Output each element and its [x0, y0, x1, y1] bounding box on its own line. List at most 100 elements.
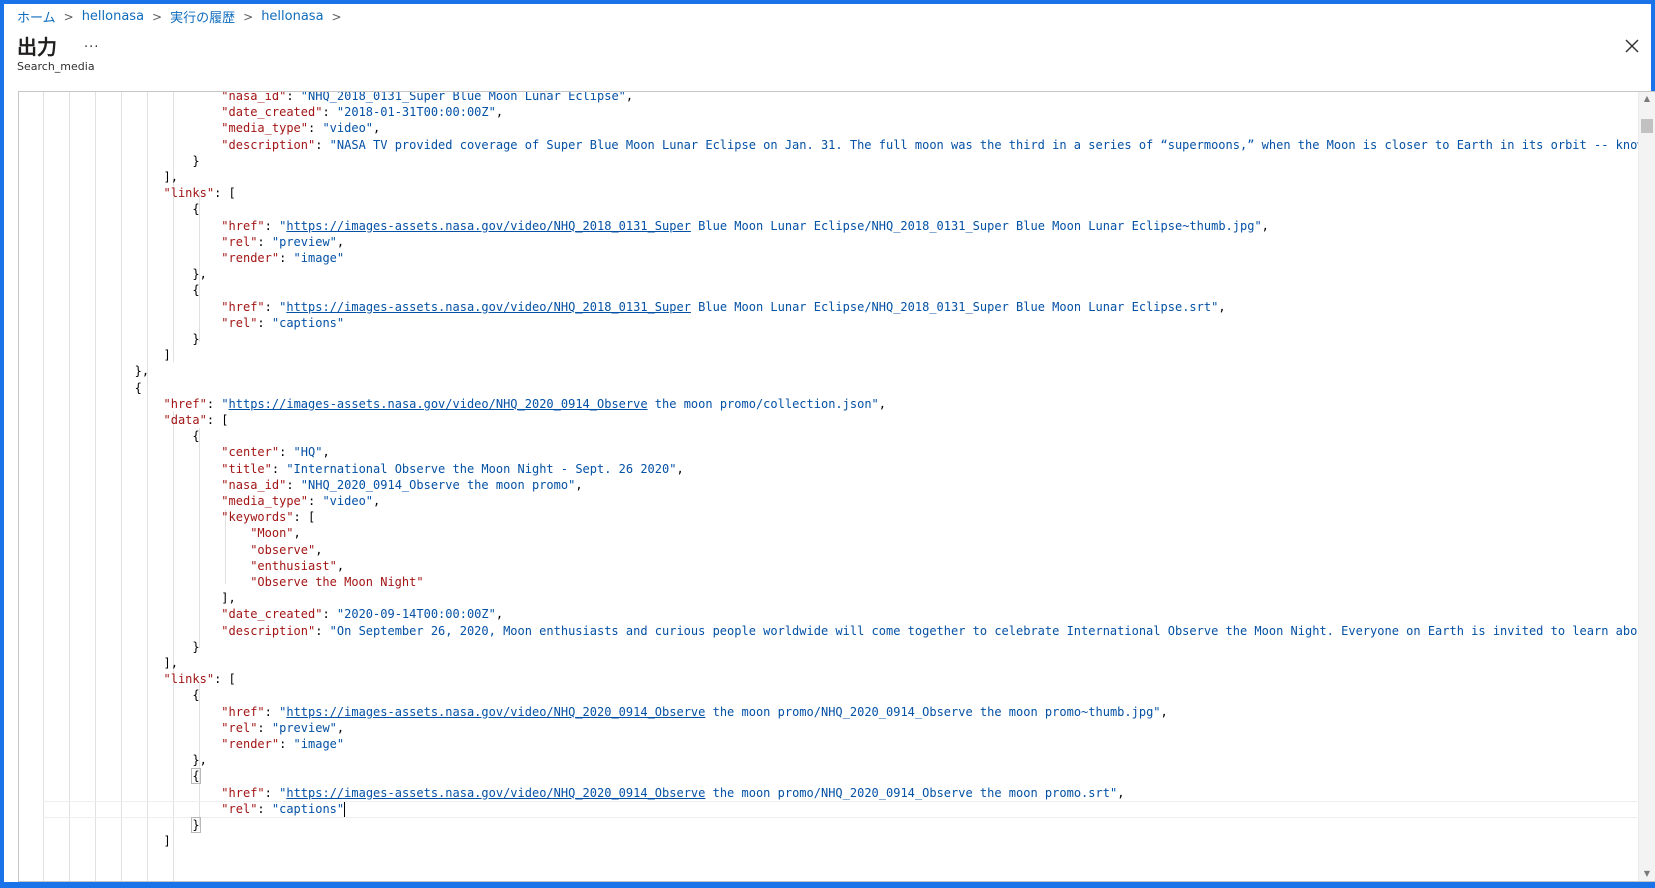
code-token: "HQ": [293, 445, 323, 460]
code-token: "description": [221, 623, 316, 638]
text-caret: [344, 801, 346, 817]
code-token: "NASA TV provided coverage of Super Blue…: [329, 137, 1655, 152]
code-token: {: [19, 202, 200, 217]
code-token: "links": [163, 186, 215, 201]
vertical-scrollbar[interactable]: ▲ ▼: [1638, 92, 1655, 881]
code-line: }: [19, 153, 200, 170]
code-token: "captions": [271, 801, 345, 816]
code-token: },: [19, 364, 150, 379]
code-line: "render": "image": [19, 736, 344, 753]
code-line: "href": "https://images-assets.nasa.gov/…: [19, 396, 887, 413]
code-token: "preview": [271, 720, 337, 735]
code-line: "href": "https://images-assets.nasa.gov/…: [19, 704, 1168, 721]
code-token: ,: [293, 526, 301, 541]
code-line: "links": [: [19, 671, 236, 688]
code-token: "href": [221, 704, 265, 719]
code-line: "observe",: [19, 542, 322, 559]
breadcrumb-hellonasa-run[interactable]: hellonasa: [261, 9, 323, 24]
code-line: }: [19, 639, 200, 656]
scroll-thumb[interactable]: [1641, 119, 1653, 133]
code-line: "description": "On September 26, 2020, M…: [19, 623, 1655, 640]
scroll-down-icon[interactable]: ▼: [1639, 867, 1655, 881]
code-token: : [: [293, 510, 316, 525]
code-token: "href": [163, 396, 207, 411]
code-line: {: [19, 428, 200, 445]
code-token: "2018-01-31T00:00:00Z": [336, 105, 496, 120]
breadcrumb-home[interactable]: ホーム: [17, 7, 56, 26]
code-token: :: [264, 785, 280, 800]
code-line: "links": [: [19, 185, 236, 202]
scroll-up-icon[interactable]: ▲: [1639, 92, 1655, 106]
code-token: :: [308, 494, 323, 508]
code-line: "center": "HQ",: [19, 444, 329, 461]
code-line: ]: [19, 833, 170, 850]
output-code-editor[interactable]: "nasa_id": "NHQ_2018_0131_Super Blue Moo…: [18, 91, 1655, 882]
json-link[interactable]: https://images-assets.nasa.gov/video/NHQ…: [286, 219, 691, 233]
code-token: ,: [676, 461, 684, 476]
code-token: : [: [214, 672, 236, 687]
code-token: }: [19, 639, 200, 654]
code-token: "keywords": [221, 510, 294, 525]
code-token: ,: [495, 607, 504, 622]
code-token: }: [19, 153, 200, 168]
code-token: : [: [214, 186, 236, 201]
code-token: :: [264, 218, 280, 233]
code-token: "href": [221, 218, 265, 233]
code-token: "image": [293, 251, 345, 265]
breadcrumb-run-history[interactable]: 実行の履歴: [170, 7, 235, 26]
code-token: "render": [221, 251, 280, 265]
code-line: "media_type": "video",: [19, 120, 380, 137]
breadcrumb-hellonasa[interactable]: hellonasa: [82, 9, 144, 24]
code-line: }: [19, 817, 201, 834]
code-token: {: [191, 768, 201, 785]
code-token: ": [221, 396, 229, 411]
json-link[interactable]: https://images-assets.nasa.gov/video/NHQ…: [286, 705, 705, 719]
close-button[interactable]: [1622, 36, 1642, 56]
more-options-button[interactable]: ...: [84, 36, 99, 51]
code-token: ,: [373, 494, 381, 508]
code-token: "NHQ_2018_0131_Super Blue Moon Lunar Ecl…: [300, 91, 626, 103]
json-link[interactable]: https://images-assets.nasa.gov/video/NHQ…: [286, 300, 691, 314]
code-token: "Observe the Moon Night": [250, 575, 424, 589]
code-token: ,: [1160, 704, 1168, 719]
code-line: {: [19, 768, 201, 785]
code-line: "title": "International Observe the Moon…: [19, 461, 684, 478]
code-token: ,: [373, 121, 381, 136]
code-line: {: [19, 380, 142, 397]
code-token: }: [191, 817, 201, 833]
code-line: },: [19, 266, 207, 283]
code-token: },: [19, 267, 207, 282]
code-token: :: [279, 445, 294, 460]
json-link[interactable]: https://images-assets.nasa.gov/video/NHQ…: [229, 397, 648, 411]
code-line: "nasa_id": "NHQ_2020_0914_Observe the mo…: [19, 477, 582, 494]
code-token: "rel": [221, 801, 258, 816]
code-token: :: [257, 720, 272, 735]
code-token: ],: [19, 591, 236, 606]
code-token: "2020-09-14T00:00:00Z": [336, 607, 496, 622]
code-token: {: [19, 429, 200, 444]
code-token: "date_created": [221, 607, 323, 622]
code-token: "data": [163, 413, 207, 427]
code-line: "rel": "captions": [19, 801, 346, 818]
breadcrumb-separator-icon: >: [331, 9, 342, 24]
json-link[interactable]: https://images-assets.nasa.gov/video/NHQ…: [286, 786, 705, 800]
code-token: "media_type": [221, 121, 308, 136]
code-token: "render": [221, 737, 280, 751]
code-token: :: [264, 704, 280, 719]
code-line: "rel": "preview",: [19, 720, 344, 737]
code-token: "Moon": [250, 526, 294, 541]
